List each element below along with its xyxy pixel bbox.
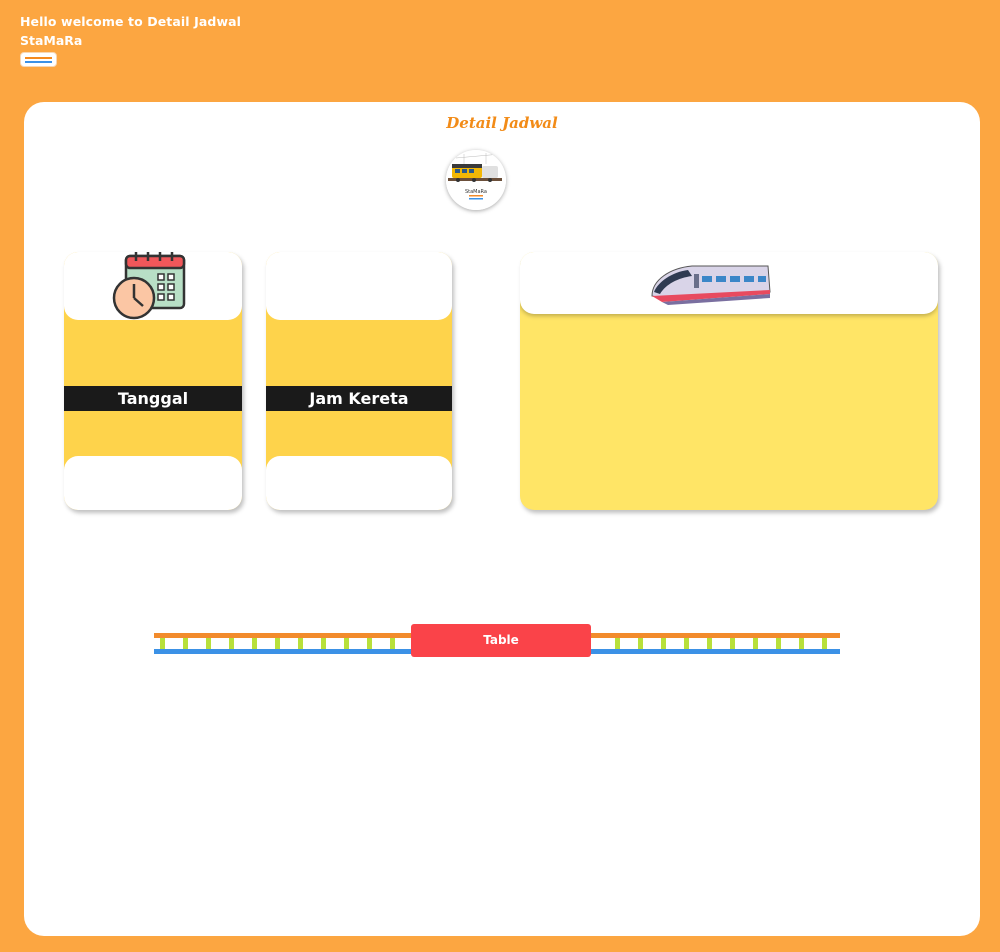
calendar-clock-icon	[112, 252, 188, 326]
rail-track: Table	[154, 624, 840, 658]
top-bar: Hello welcome to Detail Jadwal StaMaRa	[20, 14, 241, 67]
brand-name: StaMaRa	[20, 33, 83, 48]
time-card: Jam Kereta	[266, 252, 452, 510]
train-logo-icon: StaMaRa	[446, 150, 506, 210]
table-button[interactable]: Table	[411, 624, 591, 657]
welcome-text: Hello welcome to Detail Jadwal	[20, 14, 242, 29]
logo-caption: StaMaRa	[464, 189, 487, 195]
rail-icon[interactable]	[20, 52, 57, 67]
main-panel: Detail Jadwal StaMaRa Tanggal Jam Kereta…	[24, 102, 980, 936]
train-info-card	[520, 252, 938, 510]
date-value-area	[64, 456, 242, 510]
time-label: Jam Kereta	[266, 386, 452, 411]
time-value-area	[266, 456, 452, 510]
date-card: Tanggal	[64, 252, 242, 510]
page-title: Detail Jadwal	[446, 114, 558, 132]
bullet-train-icon	[648, 262, 774, 310]
date-label: Tanggal	[64, 386, 242, 411]
